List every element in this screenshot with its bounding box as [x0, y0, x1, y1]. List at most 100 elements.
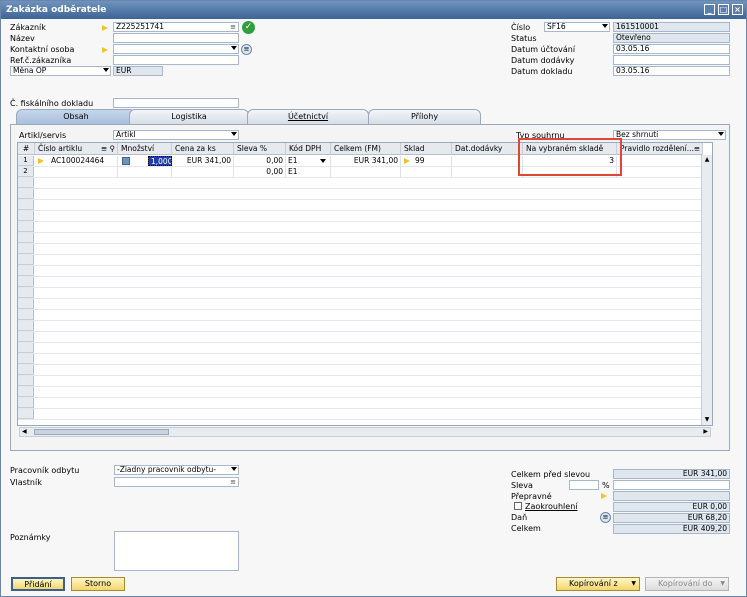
customer-link-arrow-icon[interactable] — [102, 25, 108, 31]
row-number[interactable] — [18, 409, 34, 419]
minimize-icon[interactable]: _ — [704, 4, 715, 15]
row-number[interactable] — [18, 299, 34, 309]
series-dropdown[interactable]: SF16 — [544, 22, 610, 32]
row-number[interactable] — [18, 211, 34, 221]
row-number[interactable] — [18, 343, 34, 353]
cell-distribution-rule[interactable] — [617, 156, 703, 166]
cell-warehouse[interactable]: 99 — [413, 156, 452, 166]
discount-amount-field[interactable] — [613, 480, 730, 490]
row-number[interactable] — [18, 200, 34, 210]
cell-item[interactable] — [49, 167, 118, 177]
row-number[interactable] — [18, 321, 34, 331]
discount-percent-field[interactable] — [569, 480, 599, 490]
rounding-checkbox[interactable] — [514, 502, 522, 510]
row-number[interactable] — [18, 255, 34, 265]
warehouse-link-arrow-icon[interactable] — [404, 158, 410, 164]
close-icon[interactable]: × — [732, 4, 743, 15]
row-number[interactable] — [18, 365, 34, 375]
freight-link-arrow-icon[interactable] — [601, 493, 607, 499]
cell-price[interactable]: EUR 341,00 — [172, 156, 234, 166]
tax-details-icon[interactable]: ≡ — [600, 512, 611, 523]
cell-quantity[interactable] — [118, 167, 172, 177]
cell-discount[interactable]: 0,00 — [234, 156, 286, 166]
column-header-tax[interactable]: Kód DPH — [286, 143, 331, 155]
item-type-dropdown[interactable]: Artikl — [113, 130, 239, 140]
cell-total[interactable] — [331, 167, 401, 177]
row-number[interactable] — [18, 398, 34, 408]
cell-delivery-date[interactable] — [452, 167, 523, 177]
column-header-price[interactable]: Cena za ks — [172, 143, 234, 155]
vertical-scrollbar[interactable]: ▲ ▼ — [701, 155, 712, 425]
contact-link-arrow-icon[interactable] — [102, 47, 108, 53]
cell-quantity[interactable]: 1,000 — [148, 156, 172, 166]
row-number[interactable]: 2 — [18, 167, 34, 177]
add-button[interactable]: Přidání — [11, 577, 65, 591]
column-header-quantity[interactable]: Množství — [118, 143, 172, 155]
row-number[interactable] — [18, 310, 34, 320]
cell-warehouse[interactable] — [401, 167, 452, 177]
column-header-number[interactable]: # — [18, 143, 35, 155]
row-number[interactable] — [18, 178, 34, 188]
row-number[interactable] — [18, 244, 34, 254]
cell-item[interactable]: AC100024464 — [49, 156, 118, 166]
chevron-down-icon[interactable] — [320, 159, 326, 163]
cancel-button[interactable]: Storno — [71, 577, 125, 591]
row-number[interactable] — [18, 387, 34, 397]
maximize-icon[interactable]: □ — [718, 4, 729, 15]
cell-discount[interactable]: 0,00 — [234, 167, 286, 177]
customer-field[interactable]: Z225251741 ≡ — [113, 22, 239, 32]
cell-delivery-date[interactable] — [452, 156, 523, 166]
ref-field[interactable] — [113, 55, 239, 65]
row-number[interactable] — [18, 266, 34, 276]
scroll-thumb[interactable] — [34, 429, 169, 435]
choose-list-icon[interactable]: ≡ — [230, 479, 236, 486]
tab-ucetnictvi[interactable]: Účetnictví — [247, 109, 369, 124]
scroll-left-icon[interactable]: ◀ — [22, 428, 27, 436]
tab-prilohy[interactable]: Přílohy — [368, 109, 481, 124]
contact-details-icon[interactable]: ≡ — [241, 44, 252, 55]
posting-date-field[interactable]: 03.05.16 — [613, 44, 730, 54]
item-link-arrow-icon[interactable] — [38, 158, 44, 164]
row-number[interactable] — [18, 189, 34, 199]
choose-list-icon[interactable]: ≡ — [230, 24, 236, 31]
row-number[interactable] — [18, 288, 34, 298]
row-number[interactable] — [18, 233, 34, 243]
currency-dropdown[interactable]: Měna OP — [10, 66, 111, 76]
owner-field[interactable]: ≡ — [114, 477, 239, 487]
tab-obsah[interactable]: Obsah — [16, 109, 136, 124]
scroll-right-icon[interactable]: ▶ — [703, 428, 708, 436]
scroll-up-icon[interactable]: ▲ — [703, 156, 711, 164]
cell-tax[interactable]: E1 — [286, 167, 331, 177]
column-header-total[interactable]: Celkem (FM) — [331, 143, 401, 155]
row-number[interactable] — [18, 376, 34, 386]
document-date-field[interactable]: 03.05.16 — [613, 66, 730, 76]
column-header-delivery-date[interactable]: Dat.dodávky — [452, 143, 523, 155]
cell-tax[interactable]: E1 — [286, 156, 331, 166]
row-number[interactable] — [18, 332, 34, 342]
choose-list-icon[interactable]: ≡ — [694, 143, 700, 154]
copy-to-button[interactable]: Kopírování do ▼ — [645, 577, 729, 591]
contact-field[interactable] — [113, 44, 239, 54]
batch-icon[interactable] — [122, 157, 130, 165]
delivery-date-field[interactable] — [613, 55, 730, 65]
row-number[interactable] — [18, 222, 34, 232]
row-number[interactable] — [18, 277, 34, 287]
copy-from-button[interactable]: Kopírování z ▼ — [556, 577, 640, 591]
column-header-warehouse[interactable]: Sklad — [401, 143, 452, 155]
remarks-textarea[interactable] — [114, 531, 239, 571]
horizontal-scrollbar[interactable]: ◀ ▶ — [19, 427, 711, 437]
cell-price[interactable] — [172, 167, 234, 177]
summary-type-dropdown[interactable]: Bez shrnutí — [613, 130, 726, 140]
tab-logistika[interactable]: Logistika — [129, 109, 249, 124]
column-header-discount[interactable]: Sleva % — [234, 143, 286, 155]
chevron-down-icon[interactable] — [231, 46, 237, 50]
row-number[interactable]: 1 — [18, 156, 34, 166]
row-number[interactable] — [18, 354, 34, 364]
employee-dropdown[interactable]: -Žiadny pracovník odbytu- — [114, 465, 239, 475]
filter-list-icon[interactable]: ≡ ⚲ — [101, 143, 115, 154]
cell-distribution-rule[interactable] — [617, 167, 703, 177]
cell-total[interactable]: EUR 341,00 — [331, 156, 401, 166]
fiscal-field[interactable] — [113, 98, 239, 108]
name-field[interactable] — [113, 33, 239, 43]
column-header-distribution-rule[interactable]: Pravidlo rozdělení... ≡ — [617, 143, 703, 155]
